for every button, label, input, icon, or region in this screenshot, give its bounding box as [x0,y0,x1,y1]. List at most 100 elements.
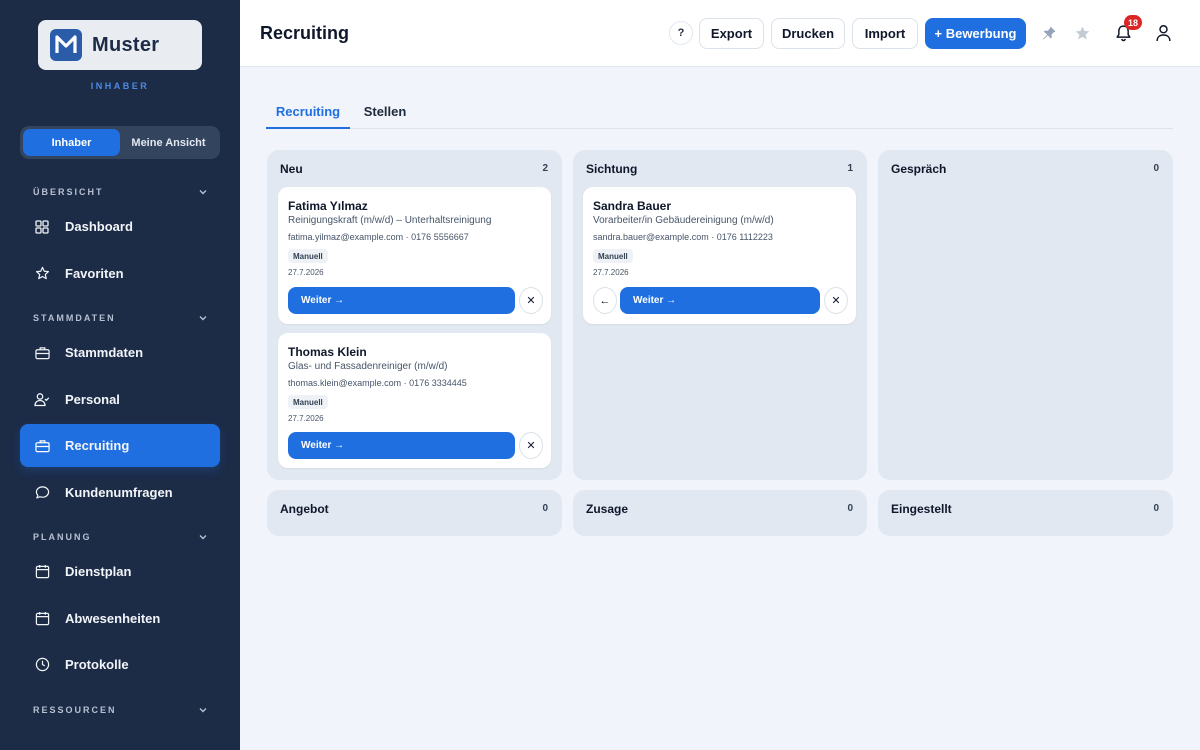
calendar-icon [34,611,50,627]
briefcase-icon [34,438,50,454]
candidate-position: Vorarbeiter/in Gebäudereinigung (m/w/d) [593,215,774,226]
people-icon [34,392,50,408]
column-count: 2 [542,163,548,174]
close-icon[interactable]: ✕ [519,287,543,314]
column-gespraech: Gespräch 0 [878,150,1173,480]
sidebar-item-favoriten[interactable]: Favoriten [20,252,220,295]
chevron-down-icon [199,708,207,713]
column-angebot: Angebot 0 [267,490,562,536]
toggle-meine-ansicht[interactable]: Meine Ansicht [120,129,217,156]
import-button[interactable]: Import [852,18,918,49]
section-ressourcen[interactable]: RESSOURCEN [20,698,220,722]
sidebar-item-label: Personal [65,392,120,407]
candidate-contact: thomas.klein@example.com · 0176 3334445 [288,378,467,388]
column-zusage: Zusage 0 [573,490,867,536]
sidebar-item-personal[interactable]: Personal [20,378,220,421]
close-icon[interactable]: ✕ [519,432,543,459]
section-label: PLANUNG [33,532,92,542]
sidebar-item-label: Dienstplan [65,564,132,579]
chevron-down-icon [199,190,207,195]
view-toggle: Inhaber Meine Ansicht [20,126,220,159]
candidate-card[interactable]: Fatima Yılmaz Reinigungskraft (m/w/d) – … [278,187,551,324]
arrow-left-icon[interactable]: ← [593,287,617,314]
column-count: 0 [542,503,548,514]
section-label: RESSOURCEN [33,705,117,715]
app-logo[interactable]: Muster [38,20,202,70]
application-date: 27.7.2026 [288,268,324,277]
source-badge: Manuell [288,249,328,263]
chevron-down-icon [199,535,207,540]
section-stammdaten[interactable]: STAMMDATEN [20,306,220,330]
toggle-inhaber[interactable]: Inhaber [23,129,120,156]
section-uebersicht[interactable]: ÜBERSICHT [20,180,220,204]
notification-count-badge: 18 [1124,15,1143,30]
calendar-icon [34,564,50,580]
application-date: 27.7.2026 [593,268,629,277]
column-count: 0 [1153,163,1159,174]
column-title: Gespräch [891,162,947,176]
page-title: Recruiting [260,23,350,43]
column-neu: Neu 2 Fatima Yılmaz Reinigungskraft (m/w… [267,150,562,480]
sidebar-item-label: Abwesenheiten [65,611,161,626]
source-badge: Manuell [288,395,328,409]
candidate-position: Glas- und Fassadenreiniger (m/w/d) [288,361,448,372]
candidate-card[interactable]: Sandra Bauer Vorarbeiter/in Gebäudereini… [583,187,856,324]
sidebar-item-dienstplan[interactable]: Dienstplan [20,550,220,593]
source-badge: Manuell [593,249,633,263]
tab-stellen[interactable]: Stellen [358,96,412,129]
column-title: Zusage [586,502,629,516]
column-title: Sichtung [586,162,638,176]
chat-icon [34,485,50,501]
help-button[interactable]: ? [669,21,693,45]
column-sichtung: Sichtung 1 Sandra Bauer Vorarbeiter/in G… [573,150,867,480]
column-count: 1 [847,163,853,174]
next-stage-button[interactable]: Weiter → [288,287,515,314]
column-count: 0 [1153,503,1159,514]
candidate-position: Reinigungskraft (m/w/d) – Unterhaltsrein… [288,215,492,226]
top-header: Recruiting ? Export Drucken Import + Bew… [240,0,1200,67]
sidebar: Muster INHABER Inhaber Meine Ansicht ÜBE… [0,0,240,750]
tab-bar: Recruiting Stellen [266,96,1173,129]
column-title: Eingestellt [891,502,952,516]
logo-mark-icon [50,29,82,61]
export-button[interactable]: Export [699,18,764,49]
sidebar-item-dashboard[interactable]: Dashboard [20,205,220,248]
sidebar-item-stammdaten[interactable]: Stammdaten [20,331,220,374]
print-button[interactable]: Drucken [771,18,845,49]
briefcase-icon [34,345,50,361]
candidate-card[interactable]: Thomas Klein Glas- und Fassadenreiniger … [278,333,551,468]
role-label: INHABER [90,81,150,91]
column-title: Neu [280,162,303,176]
candidate-contact: sandra.bauer@example.com · 0176 1112223 [593,232,773,242]
chevron-down-icon [199,316,207,321]
column-count: 0 [847,503,853,514]
user-profile-icon[interactable] [1152,22,1174,44]
candidate-name: Fatima Yılmaz [288,199,368,213]
next-stage-button[interactable]: Weiter → [620,287,820,314]
sidebar-item-recruiting[interactable]: Recruiting [20,424,220,467]
application-date: 27.7.2026 [288,414,324,423]
logo-text: Muster [92,33,160,56]
close-icon[interactable]: ✕ [824,287,848,314]
favorite-star-icon[interactable] [1071,22,1093,44]
candidate-name: Sandra Bauer [593,199,672,213]
sidebar-item-label: Stammdaten [65,345,144,360]
sidebar-item-label: Protokolle [65,657,129,672]
sidebar-item-label: Dashboard [65,219,133,234]
pin-icon[interactable] [1038,22,1060,44]
sidebar-item-label: Recruiting [65,438,130,453]
grid-icon [34,219,50,235]
clock-icon [34,657,50,673]
section-planung[interactable]: PLANUNG [20,525,220,549]
sidebar-item-label: Favoriten [65,266,124,281]
candidate-contact: fatima.yilmaz@example.com · 0176 5556667 [288,232,469,242]
candidate-name: Thomas Klein [288,345,367,359]
tab-recruiting[interactable]: Recruiting [266,96,350,129]
next-stage-button[interactable]: Weiter → [288,432,515,459]
sidebar-item-abwesenheiten[interactable]: Abwesenheiten [20,597,220,640]
sidebar-item-label: Kundenumfragen [65,485,173,500]
add-application-button[interactable]: + Bewerbung [925,18,1026,49]
sidebar-item-protokolle[interactable]: Protokolle [20,643,220,686]
column-eingestellt: Eingestellt 0 [878,490,1173,536]
sidebar-item-kundenumfragen[interactable]: Kundenumfragen [20,471,220,514]
